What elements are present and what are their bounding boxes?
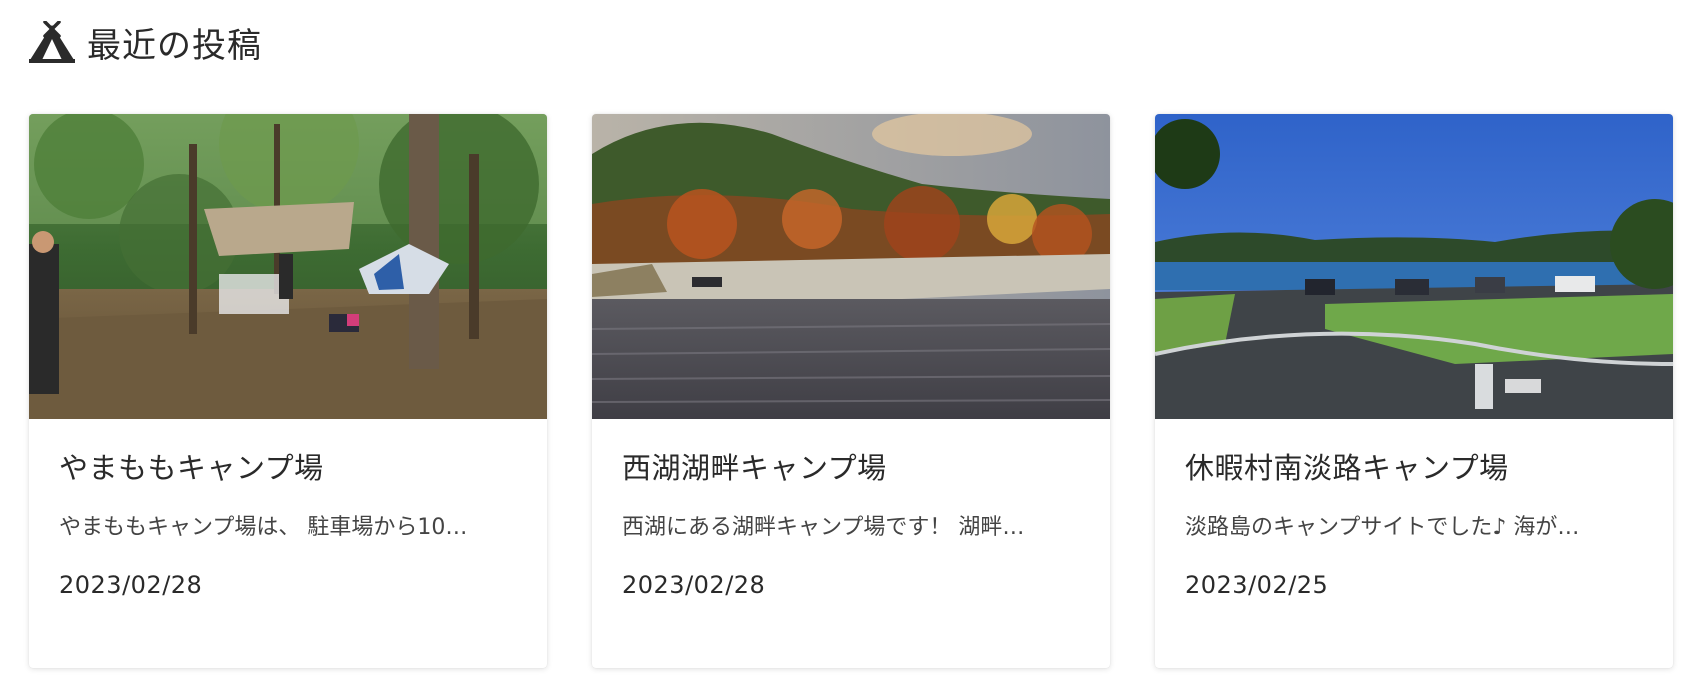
post-title[interactable]: 休暇村南淡路キャンプ場 xyxy=(1185,445,1643,487)
post-card[interactable]: 休暇村南淡路キャンプ場 淡路島のキャンプサイトでした♪ 海が… 2023/02/… xyxy=(1155,114,1673,668)
post-date: 2023/02/25 xyxy=(1185,571,1329,599)
post-date: 2023/02/28 xyxy=(59,571,203,599)
section-header: 最近の投稿 xyxy=(29,18,262,66)
post-card[interactable]: やまももキャンプ場 やまももキャンプ場は、 駐車場から10… 2023/02/2… xyxy=(29,114,547,668)
post-card[interactable]: 西湖湖畔キャンプ場 西湖にある湖畔キャンプ場です！ 湖畔… 2023/02/28 xyxy=(592,114,1110,668)
post-title[interactable]: やまももキャンプ場 xyxy=(59,445,517,487)
section-title: 最近の投稿 xyxy=(87,25,262,66)
post-date: 2023/02/28 xyxy=(622,571,766,599)
post-excerpt: 西湖にある湖畔キャンプ場です！ 湖畔… xyxy=(622,515,1025,540)
lakeside-autumn-photo[interactable] xyxy=(592,114,1110,419)
seaside-parking-photo[interactable] xyxy=(1155,114,1673,419)
post-excerpt: やまももキャンプ場は、 駐車場から10… xyxy=(59,515,468,540)
post-card-list: やまももキャンプ場 やまももキャンプ場は、 駐車場から10… 2023/02/2… xyxy=(29,114,1673,668)
tent-icon xyxy=(29,21,75,63)
post-excerpt: 淡路島のキャンプサイトでした♪ 海が… xyxy=(1185,515,1580,540)
forest-campsite-photo[interactable] xyxy=(29,114,547,419)
post-title[interactable]: 西湖湖畔キャンプ場 xyxy=(622,445,1080,487)
